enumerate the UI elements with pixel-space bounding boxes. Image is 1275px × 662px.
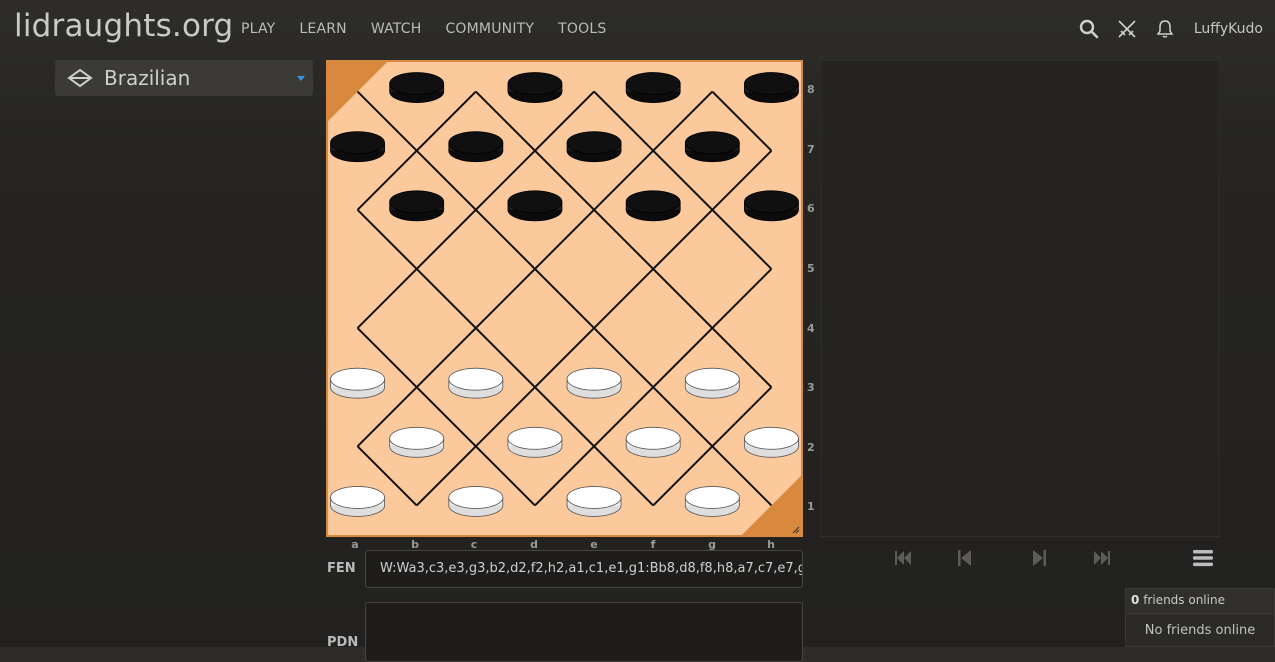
white-piece[interactable]: [566, 367, 622, 399]
white-piece[interactable]: [389, 426, 445, 458]
analysis-panel: [820, 60, 1220, 537]
board-diagonal: [356, 268, 418, 329]
white-piece[interactable]: [330, 367, 385, 399]
white-piece[interactable]: [625, 426, 681, 458]
black-piece[interactable]: [566, 131, 622, 163]
black-piece[interactable]: [625, 190, 681, 222]
chevron-down-icon: [297, 76, 305, 81]
header-actions: LuffyKudo: [1062, 18, 1263, 40]
white-piece[interactable]: [448, 486, 504, 517]
rank-label: 5: [807, 262, 815, 275]
rank-label: 7: [807, 143, 815, 156]
white-piece[interactable]: [566, 486, 622, 517]
nav-learn[interactable]: LEARN: [299, 21, 346, 37]
rank-label: 4: [807, 322, 815, 335]
black-piece[interactable]: [744, 72, 799, 103]
board-diagonal: [593, 268, 654, 329]
rank-label: 1: [807, 500, 815, 513]
friends-count-label: friends online: [1143, 593, 1225, 607]
swords-icon[interactable]: [1116, 18, 1138, 40]
prev-icon[interactable]: [952, 545, 978, 571]
nav-community[interactable]: COMMUNITY: [445, 21, 534, 37]
black-piece[interactable]: [507, 72, 563, 103]
nav-tools[interactable]: TOOLS: [558, 21, 606, 37]
black-piece[interactable]: [389, 72, 445, 103]
main-nav: PLAY LEARN WATCH COMMUNITY TOOLS: [241, 21, 630, 37]
black-piece[interactable]: [684, 131, 740, 163]
user-menu[interactable]: LuffyKudo: [1194, 21, 1263, 37]
nav-play[interactable]: PLAY: [241, 21, 275, 37]
variant-icon: [67, 67, 93, 89]
white-piece[interactable]: [448, 367, 504, 399]
draughts-board[interactable]: [326, 60, 803, 537]
black-piece[interactable]: [448, 131, 504, 163]
move-controls: [820, 545, 1220, 571]
board-diagonal: [415, 268, 477, 329]
white-piece[interactable]: [684, 486, 740, 517]
last-icon[interactable]: [1089, 545, 1115, 571]
pdn-label: PDN: [327, 635, 359, 650]
black-piece[interactable]: [389, 190, 445, 222]
friends-header[interactable]: 0 friends online: [1126, 589, 1274, 614]
friends-empty: No friends online: [1144, 623, 1256, 638]
variant-label: Brazilian: [104, 66, 191, 90]
rank-label: 2: [807, 441, 815, 454]
white-piece[interactable]: [744, 426, 799, 458]
nav-watch[interactable]: WATCH: [371, 21, 422, 37]
black-piece[interactable]: [330, 131, 385, 163]
white-piece[interactable]: [507, 426, 563, 458]
board-diagonal: [711, 268, 773, 329]
rank-label: 6: [807, 202, 815, 215]
fen-input[interactable]: W:Wa3,c3,e3,g3,b2,d2,f2,h2,a1,c1,e1,g1:B…: [365, 550, 803, 588]
white-piece[interactable]: [330, 486, 385, 517]
rank-label: 8: [807, 83, 815, 96]
white-piece[interactable]: [684, 367, 740, 399]
site-header: lidraughts.org PLAY LEARN WATCH COMMUNIT…: [0, 0, 1275, 60]
next-icon[interactable]: [1026, 545, 1052, 571]
menu-icon[interactable]: [1190, 545, 1216, 571]
black-piece[interactable]: [625, 72, 681, 103]
variant-selector[interactable]: Brazilian: [55, 60, 313, 96]
black-piece[interactable]: [744, 190, 799, 222]
search-icon[interactable]: [1078, 18, 1100, 40]
friends-count: 0: [1131, 593, 1140, 607]
friends-box[interactable]: 0 friends online No friends online: [1125, 588, 1275, 647]
black-piece[interactable]: [507, 190, 563, 222]
rank-label: 3: [807, 381, 815, 394]
file-label: a: [351, 538, 359, 551]
first-icon[interactable]: [890, 545, 916, 571]
board-diagonal: [534, 268, 595, 329]
site-logo[interactable]: lidraughts.org: [14, 8, 233, 44]
pdn-textarea[interactable]: [365, 602, 803, 662]
board-svg: [328, 62, 801, 535]
bell-icon[interactable]: [1154, 18, 1176, 40]
fen-label: FEN: [327, 561, 356, 576]
board-diagonal: [652, 268, 714, 329]
board-diagonal: [475, 268, 536, 329]
